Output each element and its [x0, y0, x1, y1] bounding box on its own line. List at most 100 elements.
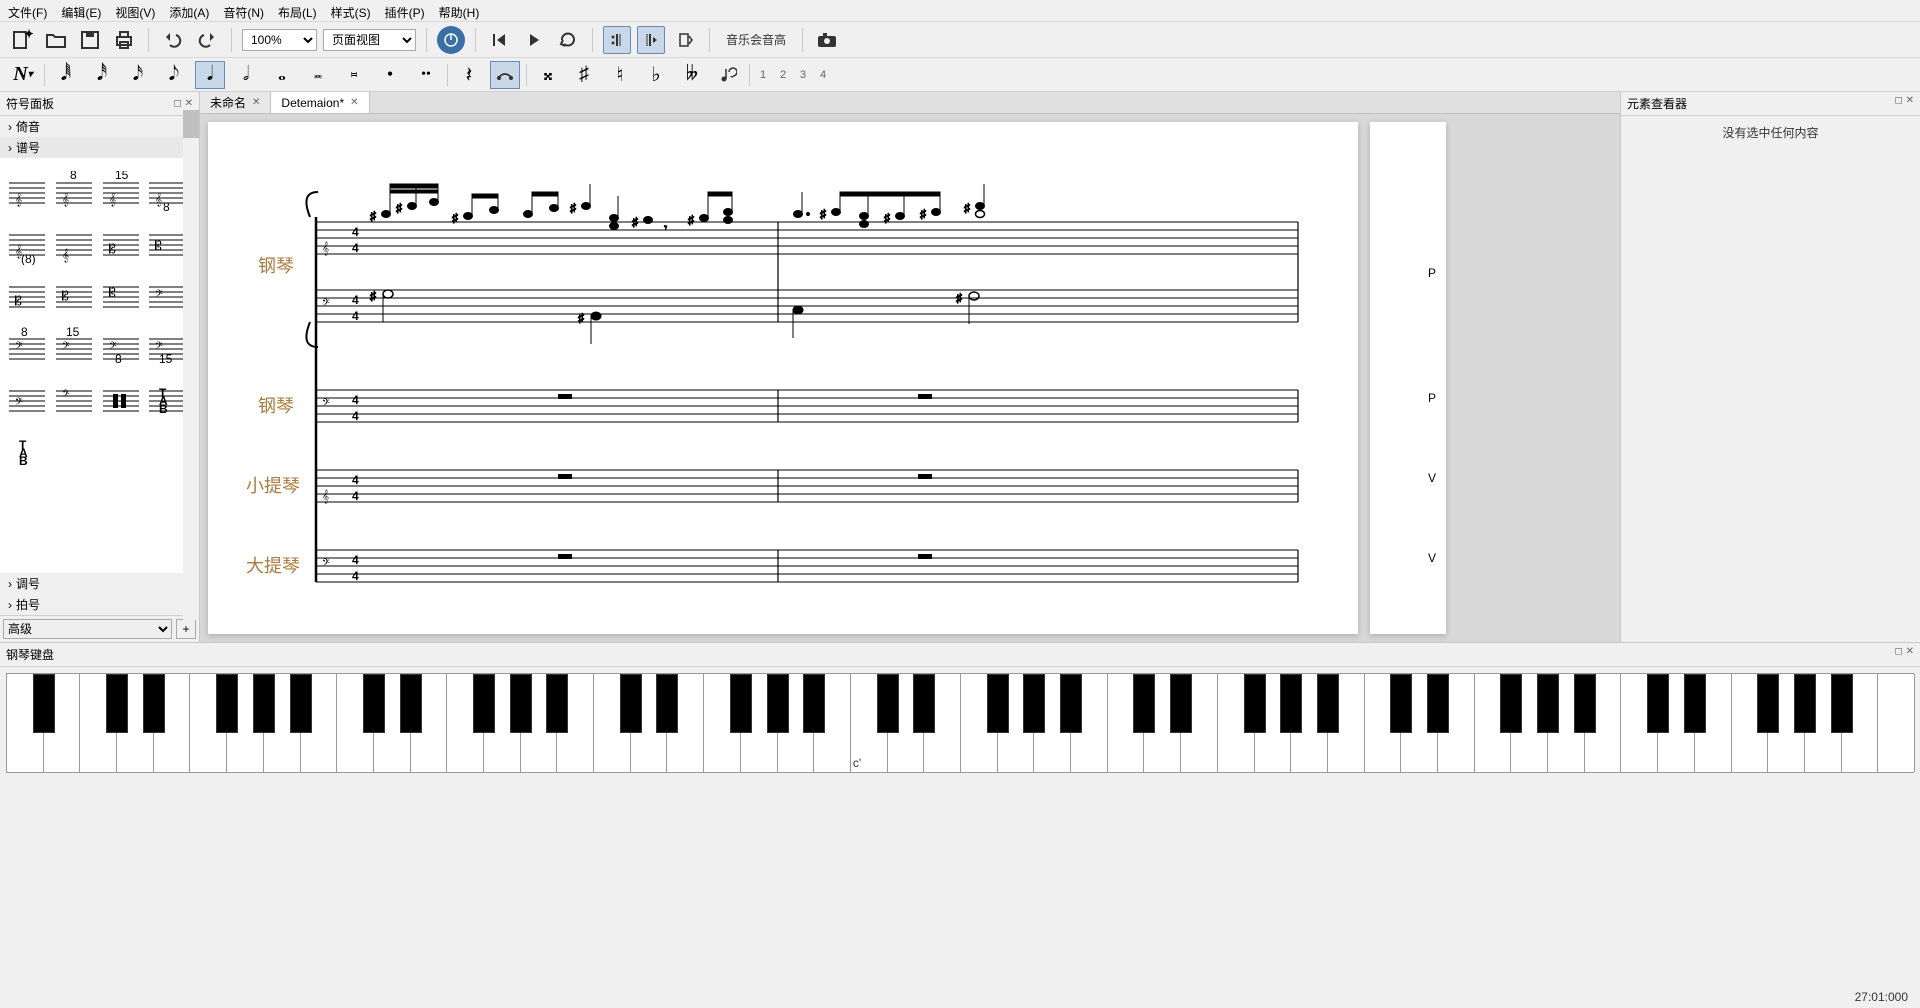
- black-key[interactable]: [1133, 674, 1155, 733]
- clef-tenor[interactable]: 𝄡: [53, 270, 95, 322]
- close-icon[interactable]: ✕: [350, 97, 358, 108]
- black-key[interactable]: [106, 674, 128, 733]
- black-key[interactable]: [473, 674, 495, 733]
- flip-button[interactable]: [713, 61, 743, 89]
- black-key[interactable]: [510, 674, 532, 733]
- black-key[interactable]: [216, 674, 238, 733]
- loop-button[interactable]: [554, 26, 582, 54]
- note-breve-button[interactable]: 𝅜: [303, 61, 333, 89]
- clef-baritone-c[interactable]: 𝄡: [100, 270, 142, 322]
- black-key[interactable]: [290, 674, 312, 733]
- sharp-button[interactable]: ♯: [569, 61, 599, 89]
- clef-bass-8va[interactable]: 𝄢8: [6, 322, 48, 374]
- black-key[interactable]: [620, 674, 642, 733]
- repeat-out-button[interactable]: [637, 26, 665, 54]
- black-key[interactable]: [1647, 674, 1669, 733]
- pan-button[interactable]: [671, 26, 699, 54]
- menu-add[interactable]: 添加(A): [169, 4, 209, 17]
- clef-treble-8va[interactable]: 𝄞8: [53, 166, 95, 218]
- black-key[interactable]: [803, 674, 825, 733]
- black-key[interactable]: [1317, 674, 1339, 733]
- note-16th-button[interactable]: 𝅘𝅥𝅯: [123, 61, 153, 89]
- clef-tab[interactable]: TAB: [146, 374, 188, 426]
- tie-button[interactable]: [490, 61, 520, 89]
- double-flat-button[interactable]: 𝄫: [677, 61, 707, 89]
- black-key[interactable]: [1757, 674, 1779, 733]
- black-key[interactable]: [913, 674, 935, 733]
- black-key[interactable]: [877, 674, 899, 733]
- note-64th-button[interactable]: 𝅘𝅥𝅱: [51, 61, 81, 89]
- menu-file[interactable]: 文件(F): [8, 4, 47, 17]
- black-key[interactable]: [1244, 674, 1266, 733]
- black-key[interactable]: [1427, 674, 1449, 733]
- clef-tab-4[interactable]: TAB: [6, 426, 48, 478]
- natural-button[interactable]: ♮: [605, 61, 635, 89]
- clef-bass-8vb[interactable]: 𝄢8: [100, 322, 142, 374]
- black-key[interactable]: [1280, 674, 1302, 733]
- black-key[interactable]: [1500, 674, 1522, 733]
- metronome-button[interactable]: [437, 26, 465, 54]
- black-key[interactable]: [767, 674, 789, 733]
- double-dot-button[interactable]: ••: [411, 61, 441, 89]
- black-key[interactable]: [1390, 674, 1412, 733]
- new-score-button[interactable]: ✦: [8, 26, 36, 54]
- dot-button[interactable]: •: [375, 61, 405, 89]
- redo-button[interactable]: [193, 26, 221, 54]
- clef-bass[interactable]: 𝄢: [146, 270, 188, 322]
- note-input-mode-button[interactable]: N▾: [8, 61, 38, 89]
- black-key[interactable]: [1684, 674, 1706, 733]
- save-button[interactable]: [76, 26, 104, 54]
- clef-treble-8vb[interactable]: 𝄞8: [146, 166, 188, 218]
- menu-help[interactable]: 帮助(H): [439, 4, 480, 17]
- note-32nd-button[interactable]: 𝅘𝅥𝅰: [87, 61, 117, 89]
- voice-1-button[interactable]: 1: [756, 69, 770, 81]
- note-8th-button[interactable]: 𝅘𝅥𝅮: [159, 61, 189, 89]
- black-key[interactable]: [730, 674, 752, 733]
- clef-subbass[interactable]: 𝄢: [53, 374, 95, 426]
- black-key[interactable]: [363, 674, 385, 733]
- flat-button[interactable]: ♭: [641, 61, 671, 89]
- black-key[interactable]: [1537, 674, 1559, 733]
- note-longa-button[interactable]: 𝆸: [339, 61, 369, 89]
- black-key[interactable]: [33, 674, 55, 733]
- black-key[interactable]: [987, 674, 1009, 733]
- menu-view[interactable]: 视图(V): [115, 4, 155, 17]
- menu-edit[interactable]: 编辑(E): [61, 4, 101, 17]
- palette-section-clef[interactable]: 谱号: [0, 137, 199, 158]
- white-key[interactable]: [1878, 674, 1915, 772]
- clef-treble[interactable]: 𝄞: [6, 166, 48, 218]
- clef-baritone-f[interactable]: 𝄢: [6, 374, 48, 426]
- black-key[interactable]: [1060, 674, 1082, 733]
- clef-mezzo[interactable]: 𝄡: [146, 218, 188, 270]
- menu-style[interactable]: 样式(S): [331, 4, 371, 17]
- score-page-2[interactable]: P P V V: [1370, 122, 1446, 634]
- palette-section-key[interactable]: 调号: [0, 573, 199, 594]
- clef-french[interactable]: 𝄞: [53, 218, 95, 270]
- clef-percussion[interactable]: [100, 374, 142, 426]
- double-sharp-button[interactable]: 𝄪: [533, 61, 563, 89]
- black-key[interactable]: [546, 674, 568, 733]
- palette-section-grace[interactable]: 倚音: [0, 116, 199, 137]
- play-button[interactable]: [520, 26, 548, 54]
- concert-pitch-button[interactable]: 音乐会音高: [720, 27, 792, 52]
- clef-treble-15ma[interactable]: 𝄞15: [100, 166, 142, 218]
- palette-add-button[interactable]: +: [176, 619, 196, 639]
- clef-alto[interactable]: 𝄡: [6, 270, 48, 322]
- print-button[interactable]: [110, 26, 138, 54]
- black-key[interactable]: [1794, 674, 1816, 733]
- palette-window-controls[interactable]: ◻ ✕: [174, 98, 193, 109]
- score-tab-detemaion[interactable]: Detemaion*✕: [271, 92, 369, 113]
- clef-bass-15ma[interactable]: 𝄢15: [53, 322, 95, 374]
- palette-level-select[interactable]: 高级: [3, 619, 172, 639]
- repeat-in-button[interactable]: [603, 26, 631, 54]
- menu-notes[interactable]: 音符(N): [223, 4, 264, 17]
- clef-bass-15mb[interactable]: 𝄢15: [146, 322, 188, 374]
- black-key[interactable]: [1831, 674, 1853, 733]
- palette-scrollbar[interactable]: [183, 110, 199, 620]
- black-key[interactable]: [1170, 674, 1192, 733]
- score-canvas[interactable]: 𝄞 4 4 钢琴 ♯ ♯ ♯: [200, 114, 1620, 642]
- piano-window-controls[interactable]: ◻ ✕: [1895, 646, 1914, 663]
- menu-layout[interactable]: 布局(L): [278, 4, 317, 17]
- black-key[interactable]: [1023, 674, 1045, 733]
- menu-plugins[interactable]: 插件(P): [385, 4, 425, 17]
